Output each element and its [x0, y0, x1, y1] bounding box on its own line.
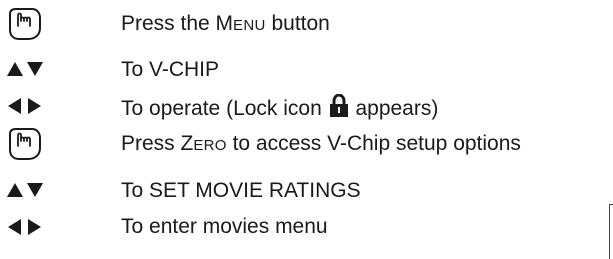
- screen-frame-edge: [609, 204, 613, 259]
- step-row-2: To V-CHIP: [0, 52, 613, 88]
- hand-press-icon: [4, 126, 48, 162]
- left-right-arrows-icon: [4, 209, 48, 245]
- hand-press-icon: [4, 6, 48, 42]
- step-text: Press ZERO to access V-Chip setup option…: [121, 132, 521, 155]
- step-text: To operate (Lock icon appears): [121, 93, 438, 124]
- up-down-arrows-icon: [4, 173, 48, 209]
- step-text: To V-CHIP: [121, 58, 220, 81]
- step-text: Press the MENU button: [121, 12, 330, 35]
- step-row-1: Press the MENU button: [0, 6, 613, 42]
- up-down-arrows-icon: [4, 52, 48, 88]
- step-row-3: To operate (Lock icon appears): [0, 88, 613, 124]
- step-row-6: To enter movies menu: [0, 209, 613, 245]
- lock-icon: [329, 93, 349, 124]
- step-row-5: To SET MOVIE RATINGS: [0, 173, 613, 209]
- left-right-arrows-icon: [4, 88, 48, 124]
- step-text: To enter movies menu: [121, 215, 328, 238]
- step-text: To SET MOVIE RATINGS: [121, 179, 361, 202]
- step-row-4: Press ZERO to access V-Chip setup option…: [0, 126, 613, 162]
